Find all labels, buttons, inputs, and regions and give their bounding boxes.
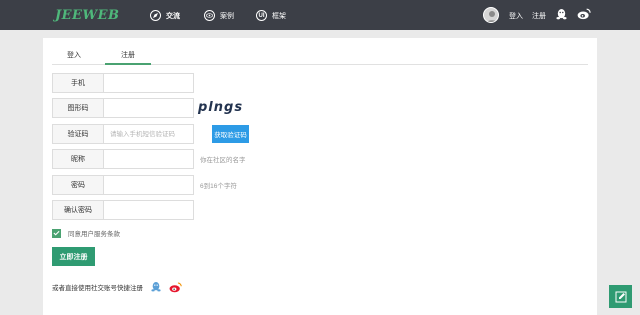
agree-checkbox[interactable] <box>52 228 61 238</box>
phone-label: 手机 <box>52 73 104 93</box>
nav-item-framework[interactable]: UI 框架 <box>256 9 286 22</box>
nav-item-label: 交流 <box>166 12 180 20</box>
confirm-password-row: 确认密码 <box>52 200 194 220</box>
verify-code-label: 验证码 <box>52 124 104 144</box>
captcha-input[interactable] <box>104 98 194 118</box>
nav-item-cases[interactable]: 案例 <box>204 9 234 22</box>
auth-tabs: 登入 注册 <box>52 38 588 65</box>
nickname-hint: 你在社区的名字 <box>200 157 246 164</box>
compass-icon <box>150 10 161 21</box>
confirm-password-label: 确认密码 <box>52 200 104 220</box>
password-input[interactable] <box>104 175 194 195</box>
verify-code-row: 验证码 <box>52 124 194 144</box>
password-label: 密码 <box>52 175 104 195</box>
nav-item-label: 框架 <box>272 12 286 20</box>
captcha-row: 图形码 <box>52 98 194 118</box>
weibo-icon[interactable] <box>169 282 182 293</box>
nickname-label: 昵称 <box>52 149 104 169</box>
nav-item-label: 案例 <box>220 12 234 20</box>
ui-icon: UI <box>256 10 267 21</box>
tab-login[interactable]: 登入 <box>67 50 81 60</box>
social-register: 或者直接使用社交账号快捷注册 <box>52 281 182 293</box>
pencil-icon <box>615 291 626 302</box>
eye-icon <box>204 10 215 21</box>
password-row: 密码 6到16个字符 <box>52 175 237 195</box>
brand-logo[interactable]: JEEWEB <box>55 8 119 23</box>
tab-register[interactable]: 注册 <box>121 50 135 60</box>
top-login-link[interactable]: 登入 <box>509 11 523 21</box>
check-icon <box>53 230 60 236</box>
confirm-password-input[interactable] <box>104 200 194 220</box>
edit-fab-button[interactable] <box>609 285 632 308</box>
qq-icon[interactable] <box>151 281 161 293</box>
phone-row: 手机 <box>52 73 194 93</box>
register-card: 登入 注册 手机 图形码 plngs 验证码 获取验证码 昵称 你在社区的名字 … <box>43 38 597 315</box>
weibo-icon[interactable] <box>577 8 591 22</box>
nickname-input[interactable] <box>104 149 194 169</box>
captcha-label: 图形码 <box>52 98 104 118</box>
user-avatar[interactable] <box>483 7 499 23</box>
top-nav-bar: JEEWEB 交流 案例 UI 框架 登入 注册 <box>0 0 640 30</box>
agree-terms: 同意用户服务条款 <box>52 228 120 238</box>
nav-item-exchange[interactable]: 交流 <box>150 9 180 22</box>
password-hint: 6到16个字符 <box>200 183 237 190</box>
phone-input[interactable] <box>104 73 194 93</box>
social-register-prompt: 或者直接使用社交账号快捷注册 <box>52 285 143 292</box>
captcha-image[interactable]: plngs <box>198 100 243 115</box>
agree-terms-label[interactable]: 同意用户服务条款 <box>68 228 120 238</box>
qq-icon[interactable] <box>556 8 567 23</box>
active-tab-indicator <box>105 63 151 65</box>
nickname-row: 昵称 你在社区的名字 <box>52 149 246 169</box>
ui-icon-text: UI <box>258 12 265 19</box>
verify-code-input[interactable] <box>104 124 194 144</box>
get-verify-code-button[interactable]: 获取验证码 <box>212 125 249 143</box>
register-submit-button[interactable]: 立即注册 <box>52 247 95 266</box>
top-register-link[interactable]: 注册 <box>532 11 546 21</box>
